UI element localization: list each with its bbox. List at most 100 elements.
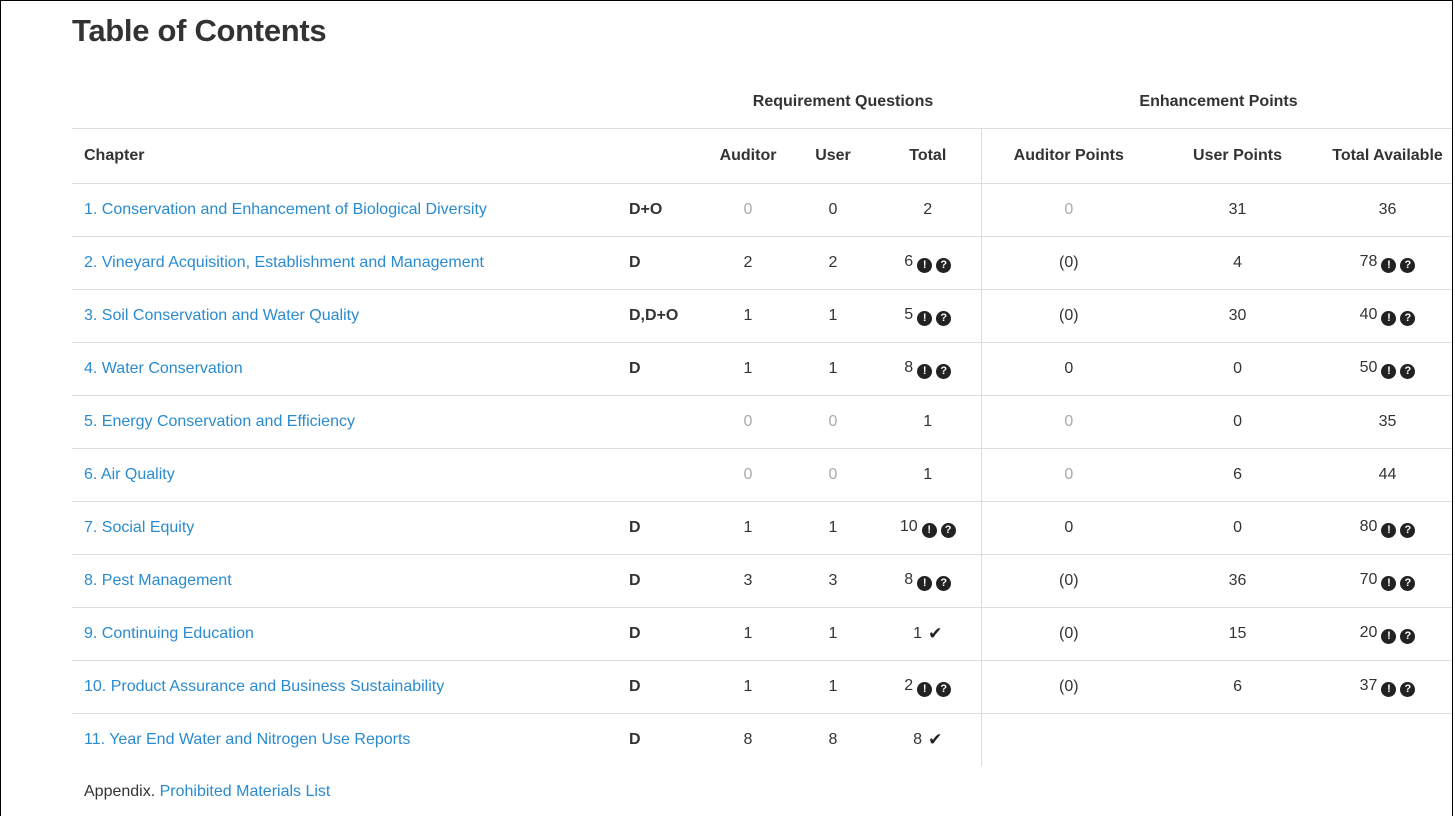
chapter-title: Conservation and Enhancement of Biologic…	[101, 201, 487, 218]
question-icon[interactable]: ?	[1400, 311, 1416, 326]
category-code: D	[627, 236, 705, 290]
user-points: 36	[1156, 554, 1320, 608]
total-count-value: 1	[923, 413, 933, 430]
chapter-number: 6.	[84, 466, 98, 483]
exclamation-icon[interactable]: !	[1381, 523, 1397, 538]
question-icon[interactable]: ?	[936, 258, 952, 273]
total-count: 8 ✔	[875, 713, 982, 766]
exclamation-icon[interactable]: !	[1381, 682, 1397, 697]
exclamation-icon[interactable]: !	[1381, 364, 1397, 379]
chapter-cell: 8. Pest Management	[72, 554, 627, 608]
chapter-link[interactable]: 11. Year End Water and Nitrogen Use Repo…	[84, 731, 410, 748]
exclamation-icon[interactable]: !	[917, 311, 933, 326]
column-header-row: Chapter Auditor User Total Auditor Point…	[72, 128, 1452, 184]
chapter-link[interactable]: 1. Conservation and Enhancement of Biolo…	[84, 201, 487, 218]
question-icon[interactable]: ?	[936, 682, 952, 697]
auditor-points: (0)	[980, 554, 1157, 608]
chapter-number: 2.	[84, 254, 98, 271]
total-count-value: 2	[923, 201, 933, 218]
total-available: 44	[1319, 448, 1452, 502]
total-available-value: 40	[1359, 306, 1378, 323]
exclamation-icon[interactable]: !	[917, 576, 933, 591]
category-code	[627, 448, 705, 502]
question-icon[interactable]: ?	[1400, 682, 1416, 697]
user-count-value: 0	[828, 413, 838, 430]
exclamation-icon[interactable]: !	[1381, 576, 1397, 591]
total-available: 78!?	[1319, 236, 1452, 290]
chapter-title: Air Quality	[100, 466, 175, 483]
total-available: 36	[1319, 183, 1452, 237]
chapter-link[interactable]: 6. Air Quality	[84, 466, 175, 483]
exclamation-icon[interactable]: !	[1381, 258, 1397, 273]
toc-table: Requirement Questions Enhancement Points…	[72, 76, 1452, 766]
auditor-points-value: 0	[1064, 466, 1074, 483]
auditor-points: 0	[980, 501, 1157, 555]
auditor-points: 0	[980, 183, 1157, 237]
exclamation-icon[interactable]: !	[921, 523, 937, 538]
total-available-value: 44	[1378, 466, 1397, 483]
user-count-value: 8	[828, 731, 838, 748]
user-count-value: 1	[828, 307, 838, 324]
total-count-value: 8	[904, 359, 914, 376]
user-count-value: 0	[828, 201, 838, 218]
chapter-link[interactable]: 2. Vineyard Acquisition, Establishment a…	[84, 254, 484, 271]
appendix-line: Appendix. Prohibited Materials List	[84, 783, 330, 801]
question-icon[interactable]: ?	[1400, 523, 1416, 538]
question-icon[interactable]: ?	[1400, 629, 1416, 644]
appendix-label: Appendix.	[84, 783, 156, 800]
table-row: 1. Conservation and Enhancement of Biolo…	[72, 183, 1452, 237]
chapter-number: 3.	[84, 307, 98, 324]
chapter-link[interactable]: 3. Soil Conservation and Water Quality	[84, 307, 359, 324]
question-icon[interactable]: ?	[1400, 258, 1416, 273]
table-row: 4. Water Conservation D 1 1 8!? 0 0 50!?	[72, 342, 1452, 396]
total-available: 80!?	[1319, 501, 1452, 555]
auditor-count-value: 2	[743, 254, 753, 271]
question-icon[interactable]: ?	[1400, 364, 1416, 379]
total-count: 1	[875, 395, 982, 449]
table-row: 8. Pest Management D 3 3 8!? (0) 36 70!?	[72, 554, 1452, 608]
col-user: User	[791, 128, 875, 184]
question-icon[interactable]: ?	[940, 523, 956, 538]
question-icon[interactable]: ?	[936, 364, 952, 379]
user-points-value: 6	[1233, 466, 1242, 483]
check-icon: ✔	[928, 624, 943, 643]
appendix-link[interactable]: Prohibited Materials List	[160, 783, 331, 800]
question-icon[interactable]: ?	[1400, 576, 1416, 591]
user-points-value: 0	[1233, 519, 1242, 536]
question-icon[interactable]: ?	[936, 576, 952, 591]
user-count: 1	[791, 342, 875, 396]
total-count: 8!?	[875, 554, 982, 608]
exclamation-icon[interactable]: !	[1381, 311, 1397, 326]
chapter-link[interactable]: 9. Continuing Education	[84, 625, 254, 642]
total-available-value: 70	[1359, 571, 1378, 588]
chapter-number: 11.	[84, 731, 106, 748]
chapter-number: 9.	[84, 625, 98, 642]
user-count-value: 1	[828, 360, 838, 377]
chapter-link[interactable]: 7. Social Equity	[84, 519, 194, 536]
exclamation-icon[interactable]: !	[1381, 629, 1397, 644]
user-points: 6	[1156, 660, 1320, 714]
chapter-cell: 3. Soil Conservation and Water Quality	[72, 289, 627, 343]
chapter-cell: 11. Year End Water and Nitrogen Use Repo…	[72, 713, 627, 766]
exclamation-icon[interactable]: !	[917, 364, 933, 379]
category-code: D,D+O	[627, 289, 705, 343]
user-points-value: 30	[1228, 307, 1247, 324]
chapter-link[interactable]: 4. Water Conservation	[84, 360, 243, 377]
chapter-link[interactable]: 10. Product Assurance and Business Susta…	[84, 678, 444, 695]
category-code: D	[627, 660, 705, 714]
chapter-link[interactable]: 5. Energy Conservation and Efficiency	[84, 413, 355, 430]
exclamation-icon[interactable]: !	[917, 258, 933, 273]
col-auditor: Auditor	[705, 128, 791, 184]
user-points: 0	[1156, 395, 1320, 449]
user-count: 2	[791, 236, 875, 290]
table-row: 5. Energy Conservation and Efficiency 0 0 1…	[72, 395, 1452, 449]
total-count-value: 6	[904, 253, 914, 270]
question-icon[interactable]: ?	[936, 311, 952, 326]
total-count-value: 2	[904, 677, 914, 694]
user-points: 0	[1156, 342, 1320, 396]
chapter-link[interactable]: 8. Pest Management	[84, 572, 232, 589]
total-count: 5!?	[875, 289, 982, 343]
auditor-count-value: 0	[743, 413, 753, 430]
chapter-number: 7.	[84, 519, 98, 536]
exclamation-icon[interactable]: !	[917, 682, 933, 697]
